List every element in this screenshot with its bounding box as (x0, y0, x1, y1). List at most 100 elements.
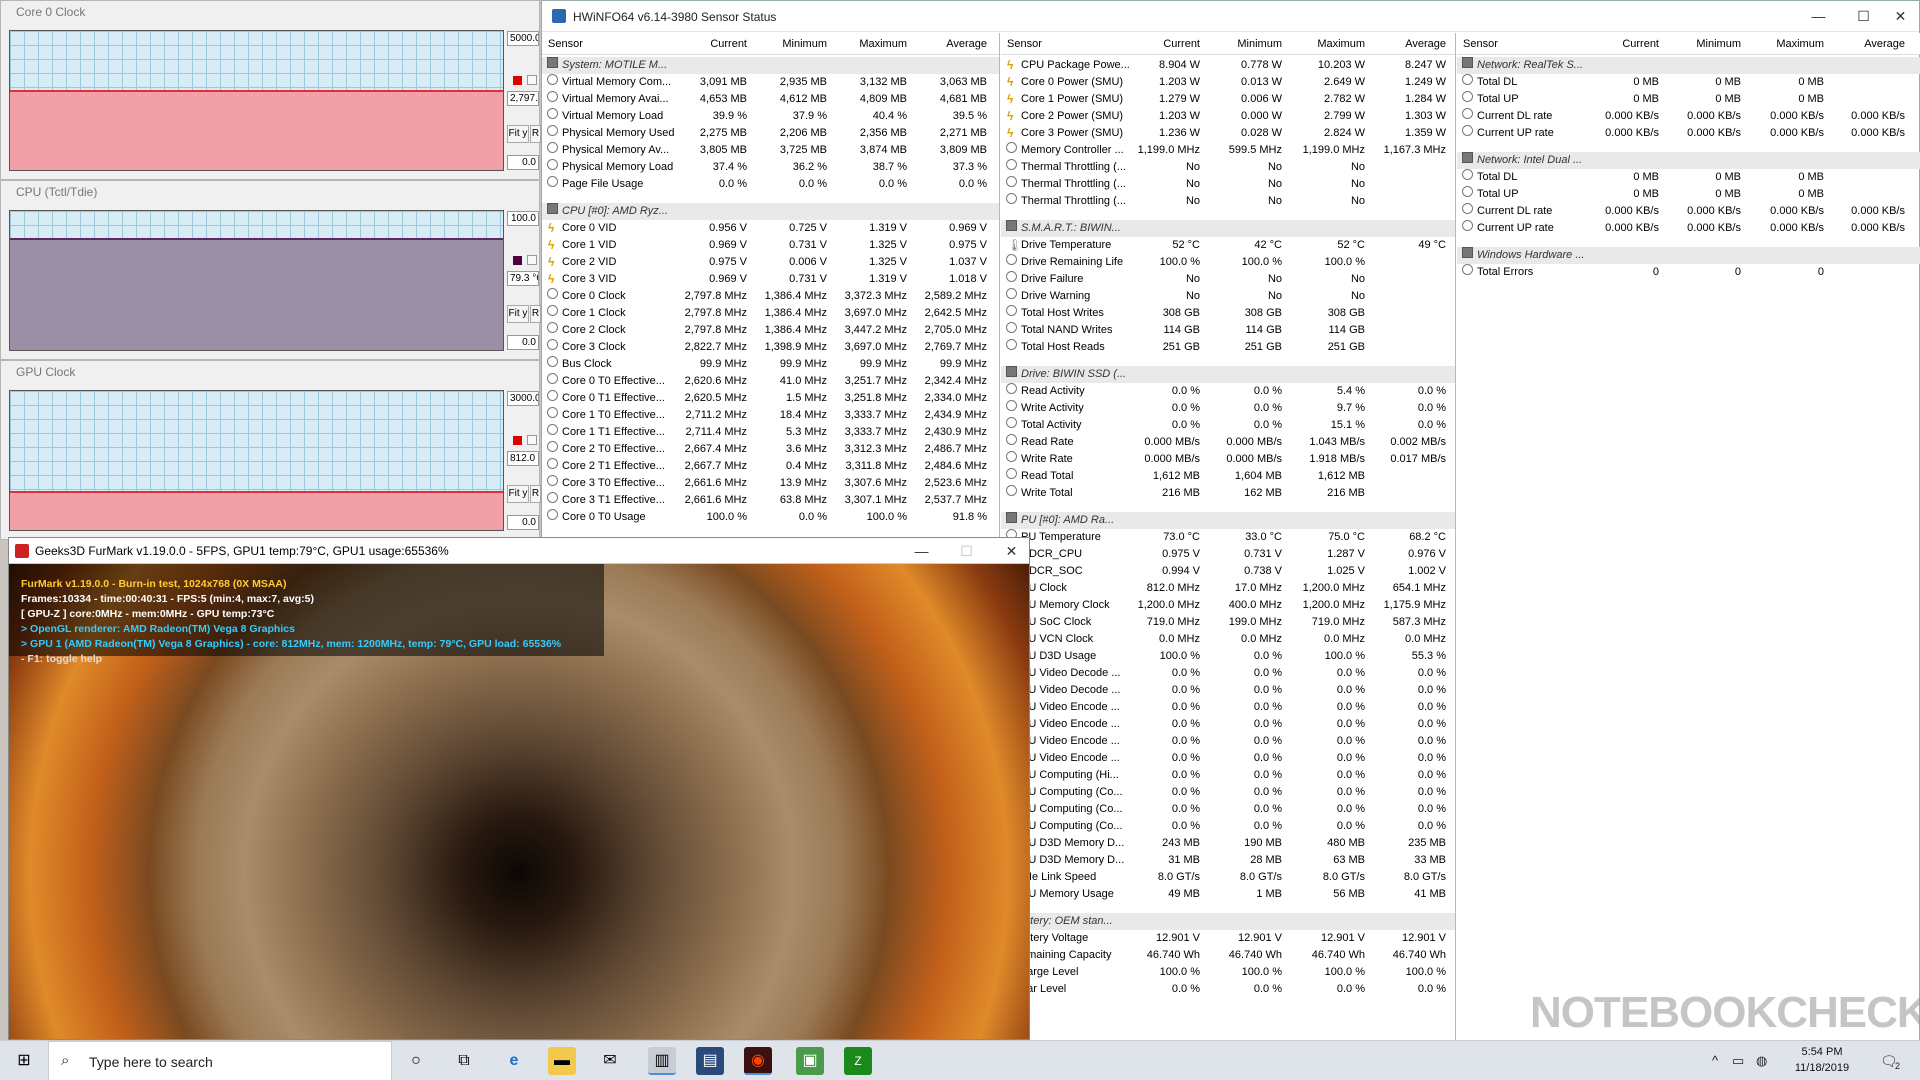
sensor-row[interactable]: DDCR_CPU 0.975 V 0.731 V 1.287 V 0.976 V (1001, 546, 1455, 563)
sensor-row[interactable]: ear Level 0.0 % 0.0 % 0.0 % 0.0 % (1001, 981, 1455, 998)
sensor-row[interactable]: PU Video Encode ... 0.0 % 0.0 % 0.0 % 0.0 % (1001, 699, 1455, 716)
column-header[interactable]: Maximum (1290, 33, 1365, 55)
column-header[interactable]: Current (1125, 33, 1200, 55)
furmark-taskbar-icon[interactable]: ◉ (744, 1047, 772, 1075)
furmark-title-bar[interactable]: Geeks3D FurMark v1.19.0.0 - 5FPS, GPU1 t… (9, 538, 1029, 564)
sensor-row[interactable]: PU D3D Usage 100.0 % 0.0 % 100.0 % 55.3 % (1001, 648, 1455, 665)
furmark-close-button[interactable]: ✕ (989, 538, 1029, 564)
sensor-row[interactable]: Current DL rate 0.000 KB/s 0.000 KB/s 0.000… (1457, 203, 1920, 220)
sensor-group-header[interactable]: PU [#0]: AMD Ra... (1001, 512, 1455, 529)
column-header[interactable]: Maximum (832, 33, 907, 55)
sensor-row[interactable]: Core 2 T0 Effective... 2,667.4 MHz 3.6 MHz… (542, 441, 999, 458)
sensor-row[interactable]: Drive Warning No No No (1001, 288, 1455, 305)
sensor-row[interactable]: Total Errors 0 0 0 (1457, 264, 1920, 281)
column-header-sensor[interactable]: Sensor (1007, 33, 1042, 55)
sensor-row[interactable]: DDCR_SOC 0.994 V 0.738 V 1.025 V 1.002 V (1001, 563, 1455, 580)
sensor-row[interactable]: Thermal Throttling (... No No No (1001, 159, 1455, 176)
column-header[interactable]: Average (912, 33, 987, 55)
chevron-up-icon[interactable]: ^ (1712, 1053, 1718, 1068)
graph-window-1[interactable]: CPU (Tctl/Tdie) 100.0 79.3 °C Fit yR 0.0 (0, 180, 541, 360)
sensor-row[interactable]: attery Voltage 12.901 V 12.901 V 12.901 V 12… (1001, 930, 1455, 947)
sensor-row[interactable]: harge Level 100.0 % 100.0 % 100.0 % 100.0 % (1001, 964, 1455, 981)
sensor-row[interactable]: PU Clock 812.0 MHz 17.0 MHz 1,200.0 MHz 654.… (1001, 580, 1455, 597)
column-header-row[interactable]: Sensor Current Minimum Maximum Average (1001, 33, 1455, 55)
cpu-z-icon[interactable]: Z (844, 1047, 872, 1075)
sensor-row[interactable]: emaining Capacity 46.740 Wh 46.740 Wh 46.74… (1001, 947, 1455, 964)
sensor-row[interactable]: PU D3D Memory D... 243 MB 190 MB 480 MB 235 … (1001, 835, 1455, 852)
furmark-minimize-button[interactable]: — (899, 538, 944, 564)
reset-button[interactable]: R (530, 305, 541, 323)
gpu-z-icon[interactable]: ▣ (796, 1047, 824, 1075)
sensor-row[interactable]: Current UP rate 0.000 KB/s 0.000 KB/s 0.000… (1457, 125, 1920, 142)
graph-checkbox[interactable] (527, 75, 537, 85)
sensor-row[interactable]: Read Rate 0.000 MB/s 0.000 MB/s 1.043 MB/s 0… (1001, 434, 1455, 451)
file-explorer-icon[interactable]: ▬ (548, 1047, 576, 1075)
network-globe-icon[interactable]: ◍ (1756, 1053, 1767, 1069)
graph-color-swatch[interactable] (513, 256, 522, 265)
sensor-row[interactable]: Read Total 1,612 MB 1,604 MB 1,612 MB (1001, 468, 1455, 485)
sensor-row[interactable]: PU D3D Memory D... 31 MB 28 MB 63 MB 33 MB (1001, 852, 1455, 869)
sensor-row[interactable]: Total NAND Writes 114 GB 114 GB 114 GB (1001, 322, 1455, 339)
taskbar-search-box[interactable]: ⌕ Type here to search (48, 1041, 392, 1080)
sensor-group-header[interactable]: attery: OEM stan... (1001, 913, 1455, 930)
graph-window-0[interactable]: Core 0 Clock 5000.0 2,797.8 Fit yR 0.0 (0, 0, 541, 180)
column-header[interactable]: Minimum (1207, 33, 1282, 55)
sensor-row[interactable]: ϟ Core 2 Power (SMU) 1.203 W 0.000 W 2.799 W… (1001, 108, 1455, 125)
column-header[interactable]: Current (1581, 33, 1659, 55)
sensor-row[interactable]: Thermal Throttling (... No No No (1001, 193, 1455, 210)
sensor-row[interactable]: Core 3 T0 Effective... 2,661.6 MHz 13.9 MH… (542, 475, 999, 492)
reset-button[interactable]: R (530, 485, 541, 503)
sensor-row[interactable]: Core 0 T0 Usage 100.0 % 0.0 % 100.0 % 91.8 % (542, 509, 999, 526)
sensor-row[interactable]: Core 3 T1 Effective... 2,661.6 MHz 63.8 MH… (542, 492, 999, 509)
sensor-row[interactable]: ϟ Core 3 VID 0.969 V 0.731 V 1.319 V 1.018 V (542, 271, 999, 288)
sensor-row[interactable]: PU Computing (Co... 0.0 % 0.0 % 0.0 % 0.0 % (1001, 818, 1455, 835)
sensor-row[interactable]: Total Host Writes 308 GB 308 GB 308 GB (1001, 305, 1455, 322)
column-header[interactable]: Average (1827, 33, 1905, 55)
graph-window-2[interactable]: GPU Clock 3000.0 812.0 M Fit yR 0.0 (0, 360, 541, 540)
graph-color-swatch[interactable] (513, 76, 522, 85)
sensor-row[interactable]: Physical Memory Av... 3,805 MB 3,725 MB 3,8… (542, 142, 999, 159)
hwinfo-title-bar[interactable]: HWiNFO64 v6.14-3980 Sensor Status — ☐ ✕ (542, 1, 1919, 32)
furmark-maximize-button[interactable]: ☐ (944, 538, 989, 564)
sensor-group-header[interactable]: Drive: BIWIN SSD (... (1001, 366, 1455, 383)
sensor-row[interactable]: ϟ Core 0 Power (SMU) 1.203 W 0.013 W 2.649 W… (1001, 74, 1455, 91)
sensor-row[interactable]: PU Video Encode ... 0.0 % 0.0 % 0.0 % 0.0 % (1001, 716, 1455, 733)
sensor-group-header[interactable]: Network: RealTek S... (1457, 57, 1920, 74)
column-header[interactable]: Minimum (752, 33, 827, 55)
sensor-row[interactable]: Total UP 0 MB 0 MB 0 MB (1457, 91, 1920, 108)
sensor-row[interactable]: Page File Usage 0.0 % 0.0 % 0.0 % 0.0 % (542, 176, 999, 193)
task-view-icon[interactable]: ⧉ (450, 1047, 478, 1075)
sensor-row[interactable]: Write Total 216 MB 162 MB 216 MB (1001, 485, 1455, 502)
sensor-row[interactable]: Write Rate 0.000 MB/s 0.000 MB/s 1.918 MB/s… (1001, 451, 1455, 468)
sensor-row[interactable]: Thermal Throttling (... No No No (1001, 176, 1455, 193)
sensor-row[interactable]: PU Memory Usage 49 MB 1 MB 56 MB 41 MB (1001, 886, 1455, 903)
sensor-row[interactable]: Total DL 0 MB 0 MB 0 MB (1457, 169, 1920, 186)
sensor-pane-2[interactable]: Sensor Current Minimum Maximum Average ϟ CPU P… (1001, 33, 1456, 1043)
sensor-row[interactable]: Total Host Reads 251 GB 251 GB 251 GB (1001, 339, 1455, 356)
sensor-row[interactable]: PU Video Decode ... 0.0 % 0.0 % 0.0 % 0.0 % (1001, 682, 1455, 699)
sensor-group-header[interactable]: S.M.A.R.T.: BIWIN... (1001, 220, 1455, 237)
column-header[interactable]: Maximum (1746, 33, 1824, 55)
sensor-row[interactable]: 🌡 Drive Temperature 52 °C 42 °C 52 °C 49 °C (1001, 237, 1455, 254)
sensor-row[interactable]: Virtual Memory Com... 3,091 MB 2,935 MB 3,1… (542, 74, 999, 91)
sensor-row[interactable]: Core 1 T1 Effective... 2,711.4 MHz 5.3 MHz… (542, 424, 999, 441)
mail-icon[interactable]: ✉ (596, 1047, 624, 1075)
start-windows-icon[interactable]: ⊞ (10, 1047, 38, 1075)
sensor-row[interactable]: Physical Memory Load 37.4 % 36.2 % 38.7 % 37… (542, 159, 999, 176)
sensor-row[interactable]: Physical Memory Used 2,275 MB 2,206 MB 2,35… (542, 125, 999, 142)
sensor-row[interactable]: Virtual Memory Load 39.9 % 37.9 % 40.4 % 39.… (542, 108, 999, 125)
column-header[interactable]: Current (672, 33, 747, 55)
sensor-row[interactable]: CIe Link Speed 8.0 GT/s 8.0 GT/s 8.0 GT/s 8.… (1001, 869, 1455, 886)
sensor-row[interactable]: Write Activity 0.0 % 0.0 % 9.7 % 0.0 % (1001, 400, 1455, 417)
hwinfo-taskbar-icon[interactable]: ▥ (648, 1047, 676, 1075)
edge-icon[interactable]: e (500, 1047, 528, 1075)
sensor-row[interactable]: PU SoC Clock 719.0 MHz 199.0 MHz 719.0 MHz 5… (1001, 614, 1455, 631)
sensor-group-header[interactable]: Network: Intel Dual ... (1457, 152, 1920, 169)
sensor-row[interactable]: Read Activity 0.0 % 0.0 % 5.4 % 0.0 % (1001, 383, 1455, 400)
sensor-row[interactable]: ϟ Core 1 Power (SMU) 1.279 W 0.006 W 2.782 W… (1001, 91, 1455, 108)
sensor-row[interactable]: Core 3 Clock 2,822.7 MHz 1,398.9 MHz 3,697.… (542, 339, 999, 356)
sensor-row[interactable]: Drive Remaining Life 100.0 % 100.0 % 100.0 … (1001, 254, 1455, 271)
column-header-row[interactable]: Sensor Current Minimum Maximum Average (542, 33, 999, 55)
sensor-row[interactable]: Memory Controller ... 1,199.0 MHz 599.5 MH… (1001, 142, 1455, 159)
sensor-row[interactable]: Core 0 T0 Effective... 2,620.6 MHz 41.0 MH… (542, 373, 999, 390)
